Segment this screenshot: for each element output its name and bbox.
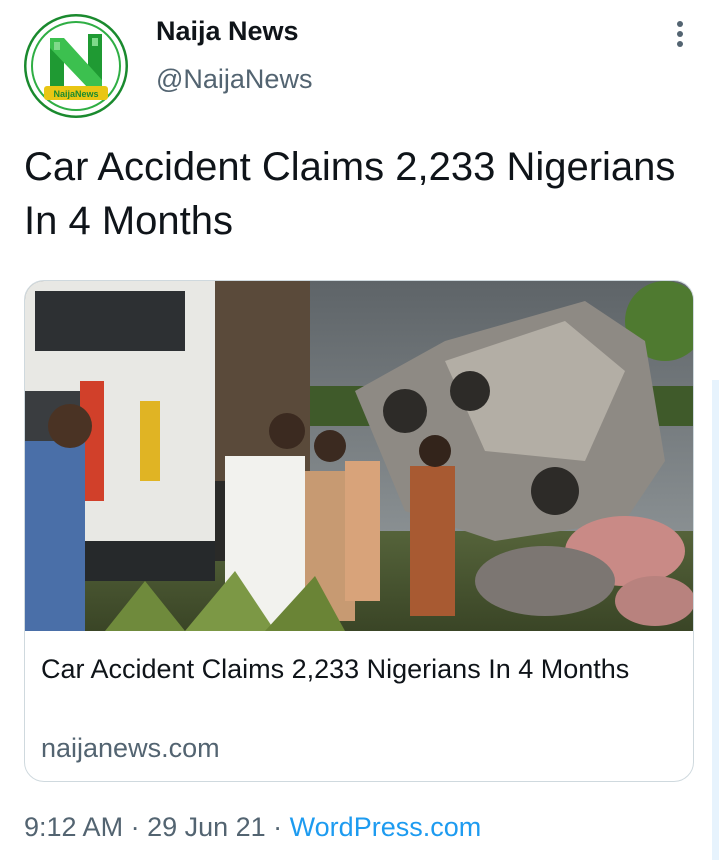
card-title[interactable]: Car Accident Claims 2,233 Nigerians In 4… [41, 649, 661, 689]
vertical-dots-icon [677, 21, 683, 47]
author-handle[interactable]: @NaijaNews [156, 64, 312, 95]
card-domain: naijanews.com [41, 733, 220, 763]
tweet-time[interactable]: 9:12 AM [24, 812, 123, 842]
more-options-button[interactable] [664, 18, 696, 50]
naija-news-logo-icon: NaijaNews [24, 14, 128, 118]
tweet-source-link[interactable]: WordPress.com [290, 812, 482, 842]
tweet-header: NaijaNews Naija News @NaijaNews [0, 0, 719, 120]
meta-separator: · [123, 812, 148, 842]
tweet-meta: 9:12 AM · 29 Jun 21 · WordPress.com [24, 812, 481, 843]
tweet-text: Car Accident Claims 2,233 Nigerians In 4… [24, 145, 676, 243]
link-card[interactable]: Car Accident Claims 2,233 Nigerians In 4… [24, 280, 694, 782]
avatar[interactable]: NaijaNews [24, 14, 128, 118]
scrollbar-track[interactable] [712, 380, 719, 860]
author-name[interactable]: Naija News [156, 16, 299, 47]
meta-separator-2: · [265, 812, 290, 842]
avatar-badge-text: NaijaNews [53, 89, 98, 99]
article-image[interactable] [25, 281, 694, 631]
tweet-date[interactable]: 29 Jun 21 [147, 812, 266, 842]
